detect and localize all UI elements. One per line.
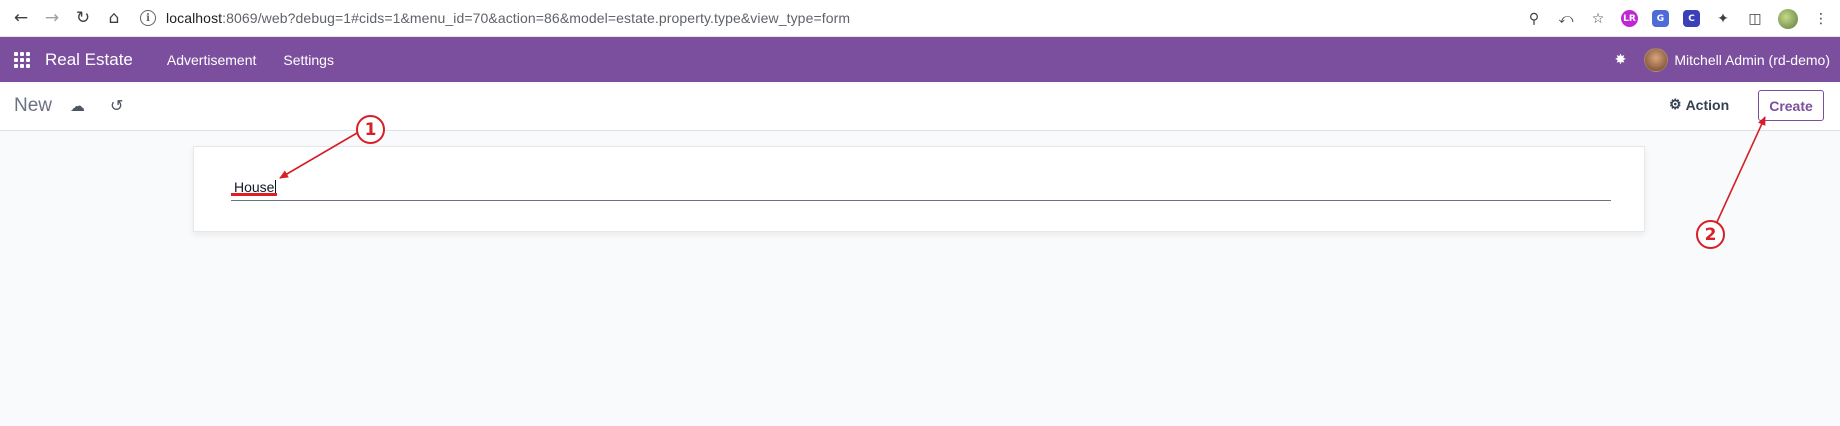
create-button[interactable]: Create	[1758, 90, 1824, 121]
annotation-arrow-2	[1716, 116, 1766, 223]
site-info-icon[interactable]: i	[140, 10, 156, 26]
address-bar[interactable]: i localhost:8069/web?debug=1#cids=1&menu…	[140, 3, 850, 33]
user-menu[interactable]: Mitchell Admin (rd-demo)	[1674, 52, 1830, 68]
main-navbar: Real Estate Advertisement Settings ✸ Mit…	[0, 37, 1840, 82]
extension-translate-icon[interactable]: G	[1652, 10, 1669, 27]
app-brand[interactable]: Real Estate	[45, 50, 133, 70]
reload-icon[interactable]: ↻	[73, 8, 93, 28]
annotation-badge-2: 2	[1696, 220, 1725, 249]
bookmark-star-icon[interactable]: ☆	[1589, 10, 1607, 28]
back-icon[interactable]: ←	[11, 8, 31, 28]
url-text[interactable]: localhost:8069/web?debug=1#cids=1&menu_i…	[166, 10, 850, 26]
extensions-puzzle-icon[interactable]: ✦	[1714, 10, 1732, 28]
extension-c-icon[interactable]: C	[1683, 10, 1700, 27]
extension-lr-icon[interactable]: LR	[1621, 10, 1638, 27]
menu-settings[interactable]: Settings	[283, 52, 334, 68]
save-cloud-icon[interactable]: ☁	[70, 97, 85, 115]
discard-undo-icon[interactable]: ↺	[110, 96, 123, 115]
user-avatar[interactable]	[1644, 47, 1669, 72]
browser-toolbar: ← → ↻ ⌂ i localhost:8069/web?debug=1#cid…	[0, 0, 1840, 37]
side-panel-icon[interactable]: ◫	[1746, 10, 1764, 28]
form-sheet: House	[193, 146, 1645, 232]
profile-avatar[interactable]	[1778, 8, 1798, 29]
home-icon[interactable]: ⌂	[104, 8, 124, 28]
forward-icon[interactable]: →	[42, 8, 62, 28]
annotation-underline	[231, 193, 277, 196]
debug-bug-icon[interactable]: ✸	[1615, 52, 1627, 68]
name-field[interactable]: House	[231, 177, 1611, 201]
action-label: Action	[1685, 96, 1730, 113]
breadcrumb: New	[14, 95, 53, 116]
menu-advertisement[interactable]: Advertisement	[167, 52, 256, 68]
zoom-icon[interactable]: ⚲	[1525, 10, 1543, 28]
action-button[interactable]: ⚙ Action	[1669, 96, 1729, 113]
browser-menu-icon[interactable]: ⋮	[1812, 10, 1830, 28]
share-icon[interactable]: ⤺	[1557, 10, 1575, 28]
gear-icon: ⚙	[1669, 96, 1682, 112]
annotation-badge-1: 1	[356, 115, 385, 144]
control-panel: New ☁ ↺ ⚙ Action Create	[0, 82, 1840, 131]
apps-menu-icon[interactable]	[14, 51, 30, 68]
text-caret	[275, 180, 277, 194]
